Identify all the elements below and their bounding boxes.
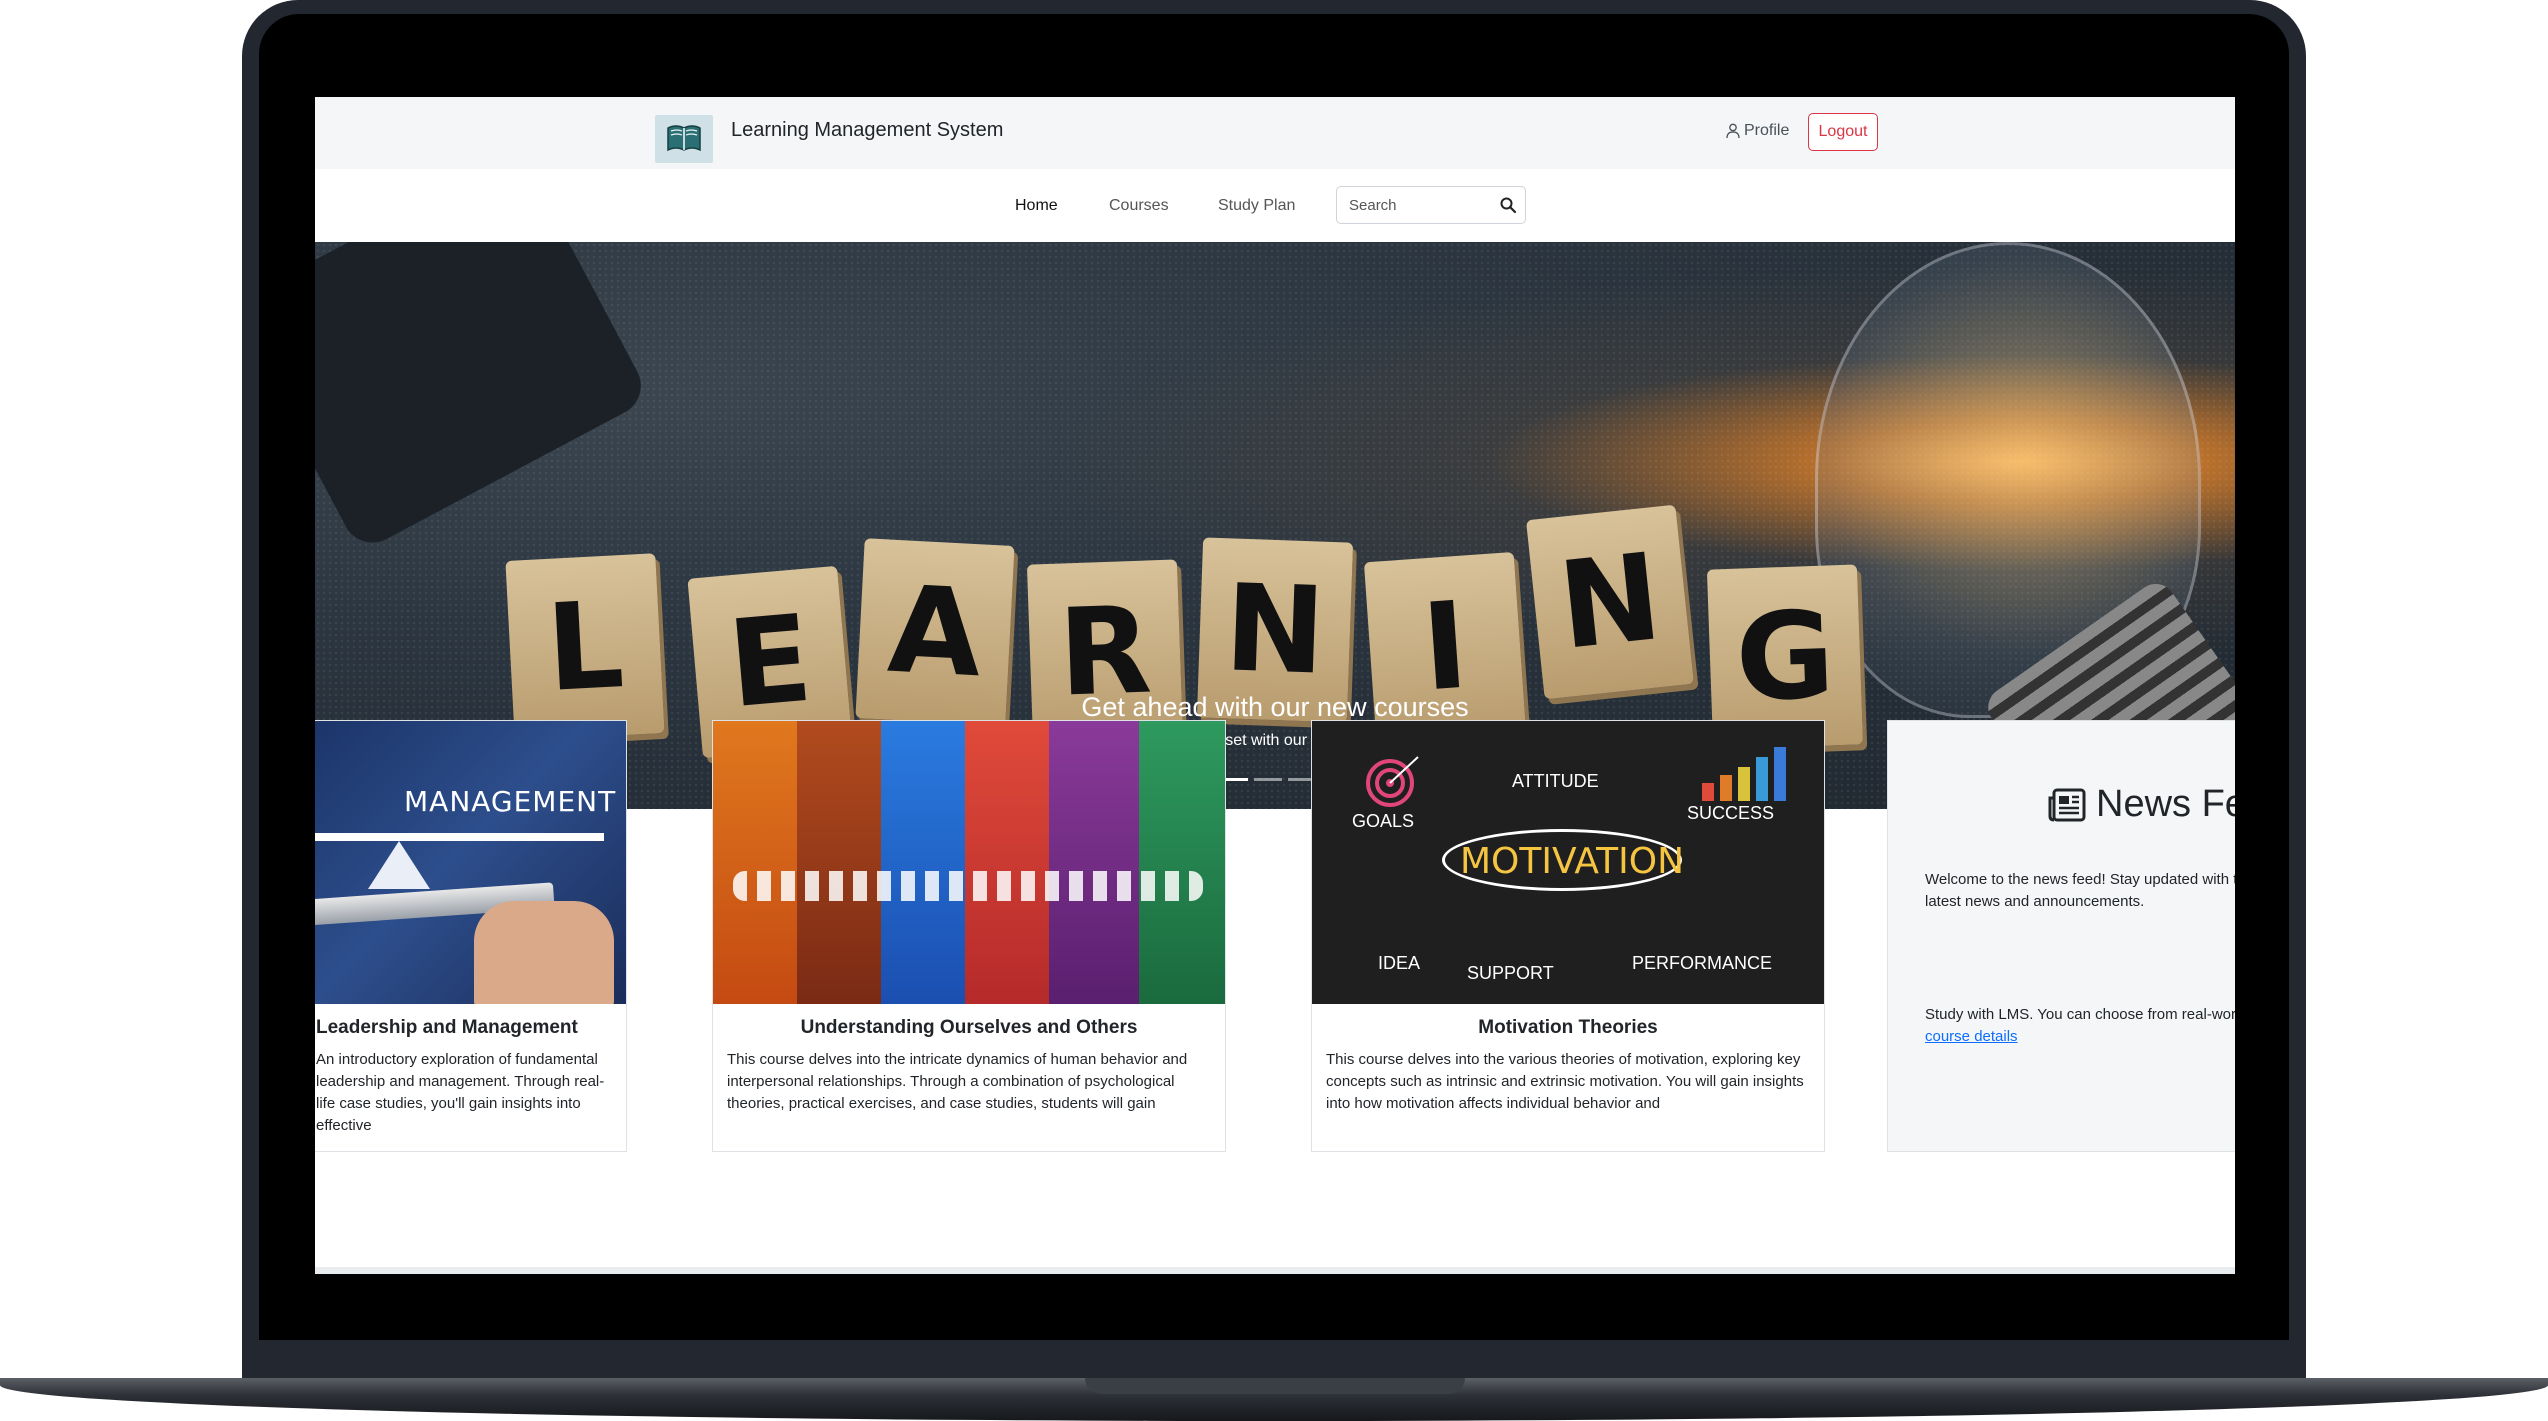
course-description: An introductory exploration of fundament… (316, 1051, 605, 1134)
news-feed-panel: News Feed Welcome to the news feed! Stay… (1887, 720, 2235, 1152)
news-feed-title: News Feed (2096, 783, 2235, 825)
nav-study-plan[interactable]: Study Plan (1218, 197, 1295, 215)
course-card-understanding[interactable]: Understanding Ourselves and Others This … (712, 720, 1226, 1152)
nav-courses[interactable]: Courses (1109, 197, 1169, 215)
course-image-faces (713, 721, 1225, 1004)
brand-title[interactable]: Learning Management System (731, 119, 1003, 142)
search-input[interactable]: Search (1336, 186, 1526, 224)
hand-shape (474, 901, 614, 1004)
management-image-text: MANAGEMENT (404, 785, 617, 818)
course-title[interactable]: Motivation Theories (1312, 1017, 1824, 1039)
letter-block: N (1526, 504, 1694, 700)
smiles (733, 871, 1203, 901)
face-strip (1139, 721, 1225, 1004)
triangle-icon (368, 841, 430, 889)
newspaper-icon (2048, 788, 2086, 821)
news-study-text: Study with LMS. You can choose from real… (1925, 1006, 2235, 1023)
chalk-word: IDEA (1378, 953, 1421, 973)
course-card-leadership[interactable]: MANAGEMENT Leadership and Management An … (315, 720, 627, 1152)
balance-beam (315, 833, 604, 841)
search-placeholder: Search (1349, 197, 1397, 214)
face-strip (965, 721, 1049, 1004)
logout-button[interactable]: Logout (1808, 113, 1878, 151)
profile-label: Profile (1744, 122, 1790, 139)
laptop-notch (1085, 1378, 1465, 1394)
news-study-item: Study with LMS. You can choose from real… (1925, 1004, 2235, 1048)
face-strip (713, 721, 797, 1004)
tablet-shape (315, 242, 652, 554)
browser-viewport: Learning Management System Profile Logou… (315, 97, 2235, 1274)
news-welcome-text: Welcome to the news feed! Stay updated w… (1925, 871, 2235, 910)
horizontal-scrollbar[interactable] (315, 1267, 2235, 1274)
chalk-word: SUCCESS (1687, 803, 1775, 823)
face-strip (1049, 721, 1139, 1004)
top-bar: Learning Management System Profile Logou… (315, 97, 2235, 169)
person-icon (1726, 123, 1740, 139)
bar-chart-icon (1702, 747, 1786, 801)
target-icon (1366, 756, 1419, 807)
profile-link[interactable]: Profile (1726, 122, 1789, 140)
chalk-word-motivation: MOTIVATION (1460, 841, 1685, 882)
face-strip (797, 721, 881, 1004)
chalk-word: GOALS (1352, 811, 1415, 831)
nav-bar: Home Courses Study Plan Search (315, 169, 2235, 239)
course-details-link[interactable]: course details (1925, 1028, 2018, 1045)
chalk-word: PERFORMANCE (1632, 953, 1773, 973)
course-image-leadership: MANAGEMENT (315, 721, 626, 1004)
hero-title: Get ahead with our new courses (1081, 692, 1469, 722)
book-logo-icon[interactable] (655, 115, 713, 163)
course-description: This course delves into the various theo… (1326, 1051, 1804, 1112)
course-card-motivation[interactable]: ATTITUDE GOALS SUCCESS MOTIVATION IDEA S… (1311, 720, 1825, 1152)
carousel-indicator-2[interactable] (1254, 778, 1282, 781)
search-icon[interactable] (1499, 196, 1517, 214)
course-image-motivation: ATTITUDE GOALS SUCCESS MOTIVATION IDEA S… (1312, 721, 1824, 1004)
nav-home[interactable]: Home (1015, 197, 1058, 215)
face-strip (881, 721, 965, 1004)
course-title[interactable]: Understanding Ourselves and Others (713, 1017, 1225, 1039)
course-description: This course delves into the intricate dy… (727, 1051, 1188, 1112)
chalk-word: SUPPORT (1467, 963, 1554, 983)
chalk-word: ATTITUDE (1512, 771, 1599, 791)
news-feed-heading: News Feed (2048, 783, 2235, 826)
